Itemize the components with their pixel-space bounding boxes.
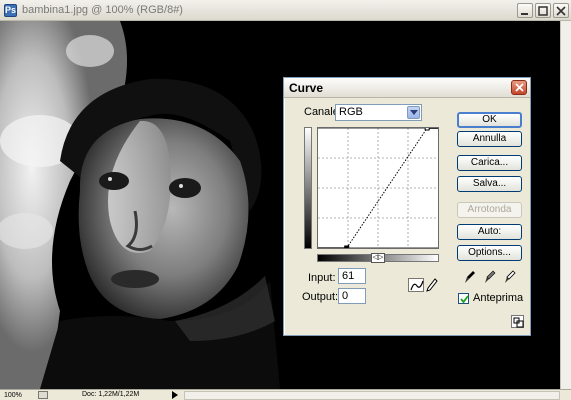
minimize-button[interactable]	[517, 3, 533, 18]
gradient-direction-toggle[interactable]: ◁▷	[371, 253, 385, 263]
ok-button[interactable]: OK	[457, 112, 522, 128]
curve-point-tool-icon[interactable]	[408, 278, 424, 292]
curve-plot	[318, 125, 438, 251]
channel-select[interactable]: RGB	[335, 104, 422, 121]
maximize-button[interactable]	[535, 3, 551, 18]
cancel-button[interactable]: Annulla	[457, 131, 522, 147]
save-button[interactable]: Salva...	[457, 176, 522, 192]
smooth-button[interactable]: Arrotonda	[457, 202, 522, 218]
preview-label: Anteprima	[473, 292, 524, 304]
output-gradient-bar	[304, 127, 312, 249]
input-field[interactable]: 61	[338, 268, 366, 284]
status-bar: 100% Doc: 1,22M/1,22M	[0, 389, 571, 400]
checkmark-icon	[460, 295, 469, 304]
chevron-down-icon[interactable]	[407, 106, 420, 119]
output-label: Output:	[302, 291, 339, 303]
white-eyedropper-icon[interactable]	[504, 270, 516, 284]
dialog-close-button[interactable]	[511, 80, 527, 95]
close-icon	[515, 83, 524, 92]
output-field[interactable]: 0	[338, 288, 366, 304]
horizontal-scrollbar[interactable]	[184, 391, 560, 400]
curve-graph[interactable]	[317, 125, 439, 251]
document-info: Doc: 1,22M/1,22M	[82, 391, 140, 398]
curve-control-point	[424, 125, 430, 131]
zoom-field[interactable]: 100%	[2, 391, 32, 400]
preview-checkbox[interactable]	[458, 293, 469, 304]
vertical-scrollbar[interactable]	[560, 21, 571, 389]
minimize-icon	[521, 13, 528, 15]
dialog-title-bar[interactable]: Curve	[284, 78, 530, 98]
photoshop-document-icon: Ps	[4, 4, 17, 17]
document-title-bar[interactable]: Ps bambina1.jpg @ 100% (RGB/8#)	[0, 0, 571, 21]
document-title: bambina1.jpg @ 100% (RGB/8#)	[22, 4, 183, 16]
options-button[interactable]: Options...	[457, 245, 522, 261]
load-button[interactable]: Carica...	[457, 155, 522, 171]
expand-dialog-icon[interactable]	[511, 315, 524, 328]
input-label: Input:	[308, 272, 336, 284]
black-eyedropper-icon[interactable]	[464, 270, 476, 284]
dialog-title: Curve	[289, 81, 324, 95]
maximize-icon	[538, 6, 548, 16]
gray-eyedropper-icon[interactable]	[484, 270, 496, 284]
close-button[interactable]	[553, 3, 569, 18]
curves-dialog: Curve Canale: RGB ◁▷ Input: 61 Output: 0…	[283, 77, 531, 336]
close-icon	[556, 6, 566, 16]
pencil-icon[interactable]	[426, 278, 438, 292]
channel-value: RGB	[339, 106, 363, 118]
auto-button[interactable]: Auto:	[457, 224, 522, 240]
curve-control-point	[344, 245, 350, 251]
status-info-icon[interactable]	[38, 391, 48, 399]
status-menu-arrow-icon[interactable]	[172, 391, 178, 399]
